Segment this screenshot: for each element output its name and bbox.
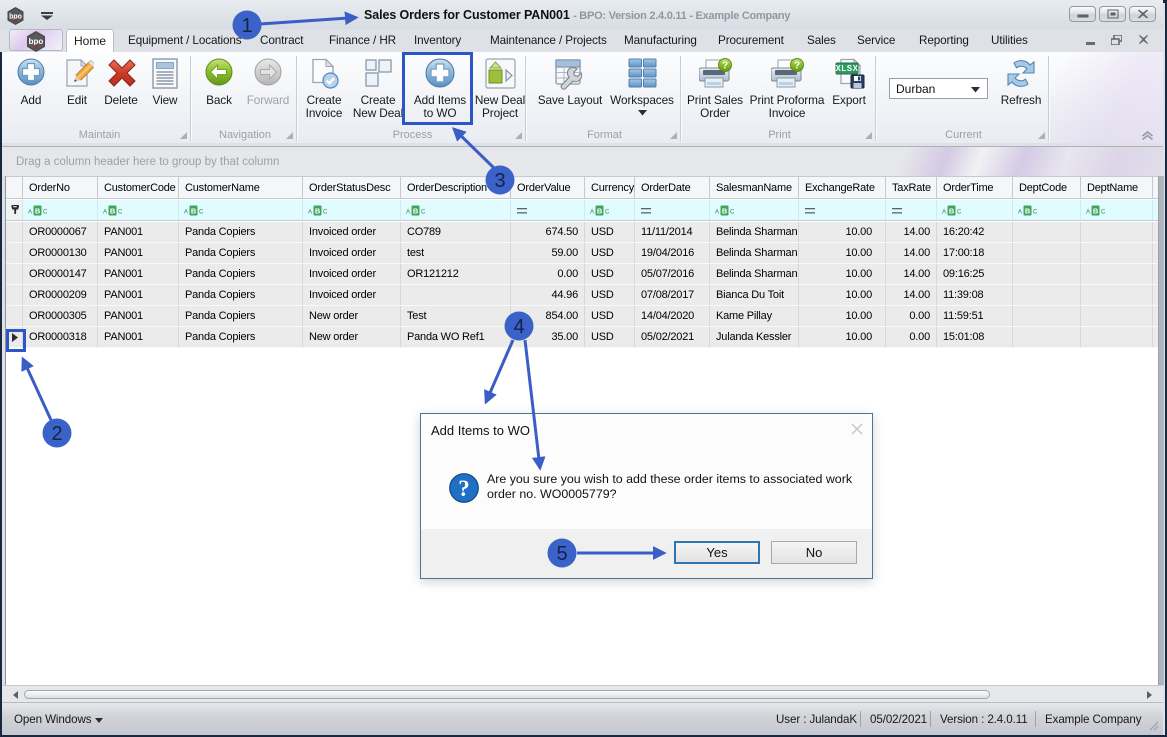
- svg-text:B: B: [1093, 206, 1099, 215]
- svg-text:C: C: [605, 210, 610, 216]
- svg-text:B: B: [1025, 206, 1031, 215]
- svg-text:B: B: [413, 206, 419, 215]
- svg-text:C: C: [1033, 210, 1038, 216]
- svg-text:?: ?: [722, 61, 728, 72]
- svg-text:B: B: [191, 206, 197, 215]
- svg-text:?: ?: [458, 476, 470, 501]
- svg-text:C: C: [957, 210, 962, 216]
- svg-text:A: A: [28, 210, 32, 216]
- svg-text:XLSX: XLSX: [836, 64, 859, 73]
- svg-text:A: A: [942, 210, 946, 216]
- svg-text:C: C: [323, 210, 328, 216]
- svg-text:C: C: [43, 210, 48, 216]
- svg-text:C: C: [1101, 210, 1106, 216]
- svg-text:A: A: [103, 210, 107, 216]
- svg-text:B: B: [110, 206, 116, 215]
- svg-text:C: C: [421, 210, 426, 216]
- svg-text:A: A: [1086, 210, 1090, 216]
- svg-text:A: A: [590, 210, 594, 216]
- svg-text:B: B: [315, 206, 321, 215]
- svg-text:B: B: [597, 206, 603, 215]
- svg-text:A: A: [406, 210, 410, 216]
- svg-text:C: C: [730, 210, 735, 216]
- svg-text:B: B: [722, 206, 728, 215]
- svg-text:C: C: [199, 210, 204, 216]
- svg-text:A: A: [1018, 210, 1022, 216]
- svg-text:C: C: [118, 210, 123, 216]
- svg-text:A: A: [184, 210, 188, 216]
- svg-text:B: B: [35, 206, 41, 215]
- svg-text:A: A: [715, 210, 719, 216]
- svg-text:A: A: [308, 210, 312, 216]
- svg-text:B: B: [949, 206, 955, 215]
- svg-text:?: ?: [794, 61, 800, 72]
- svg-text:bpo: bpo: [29, 37, 44, 46]
